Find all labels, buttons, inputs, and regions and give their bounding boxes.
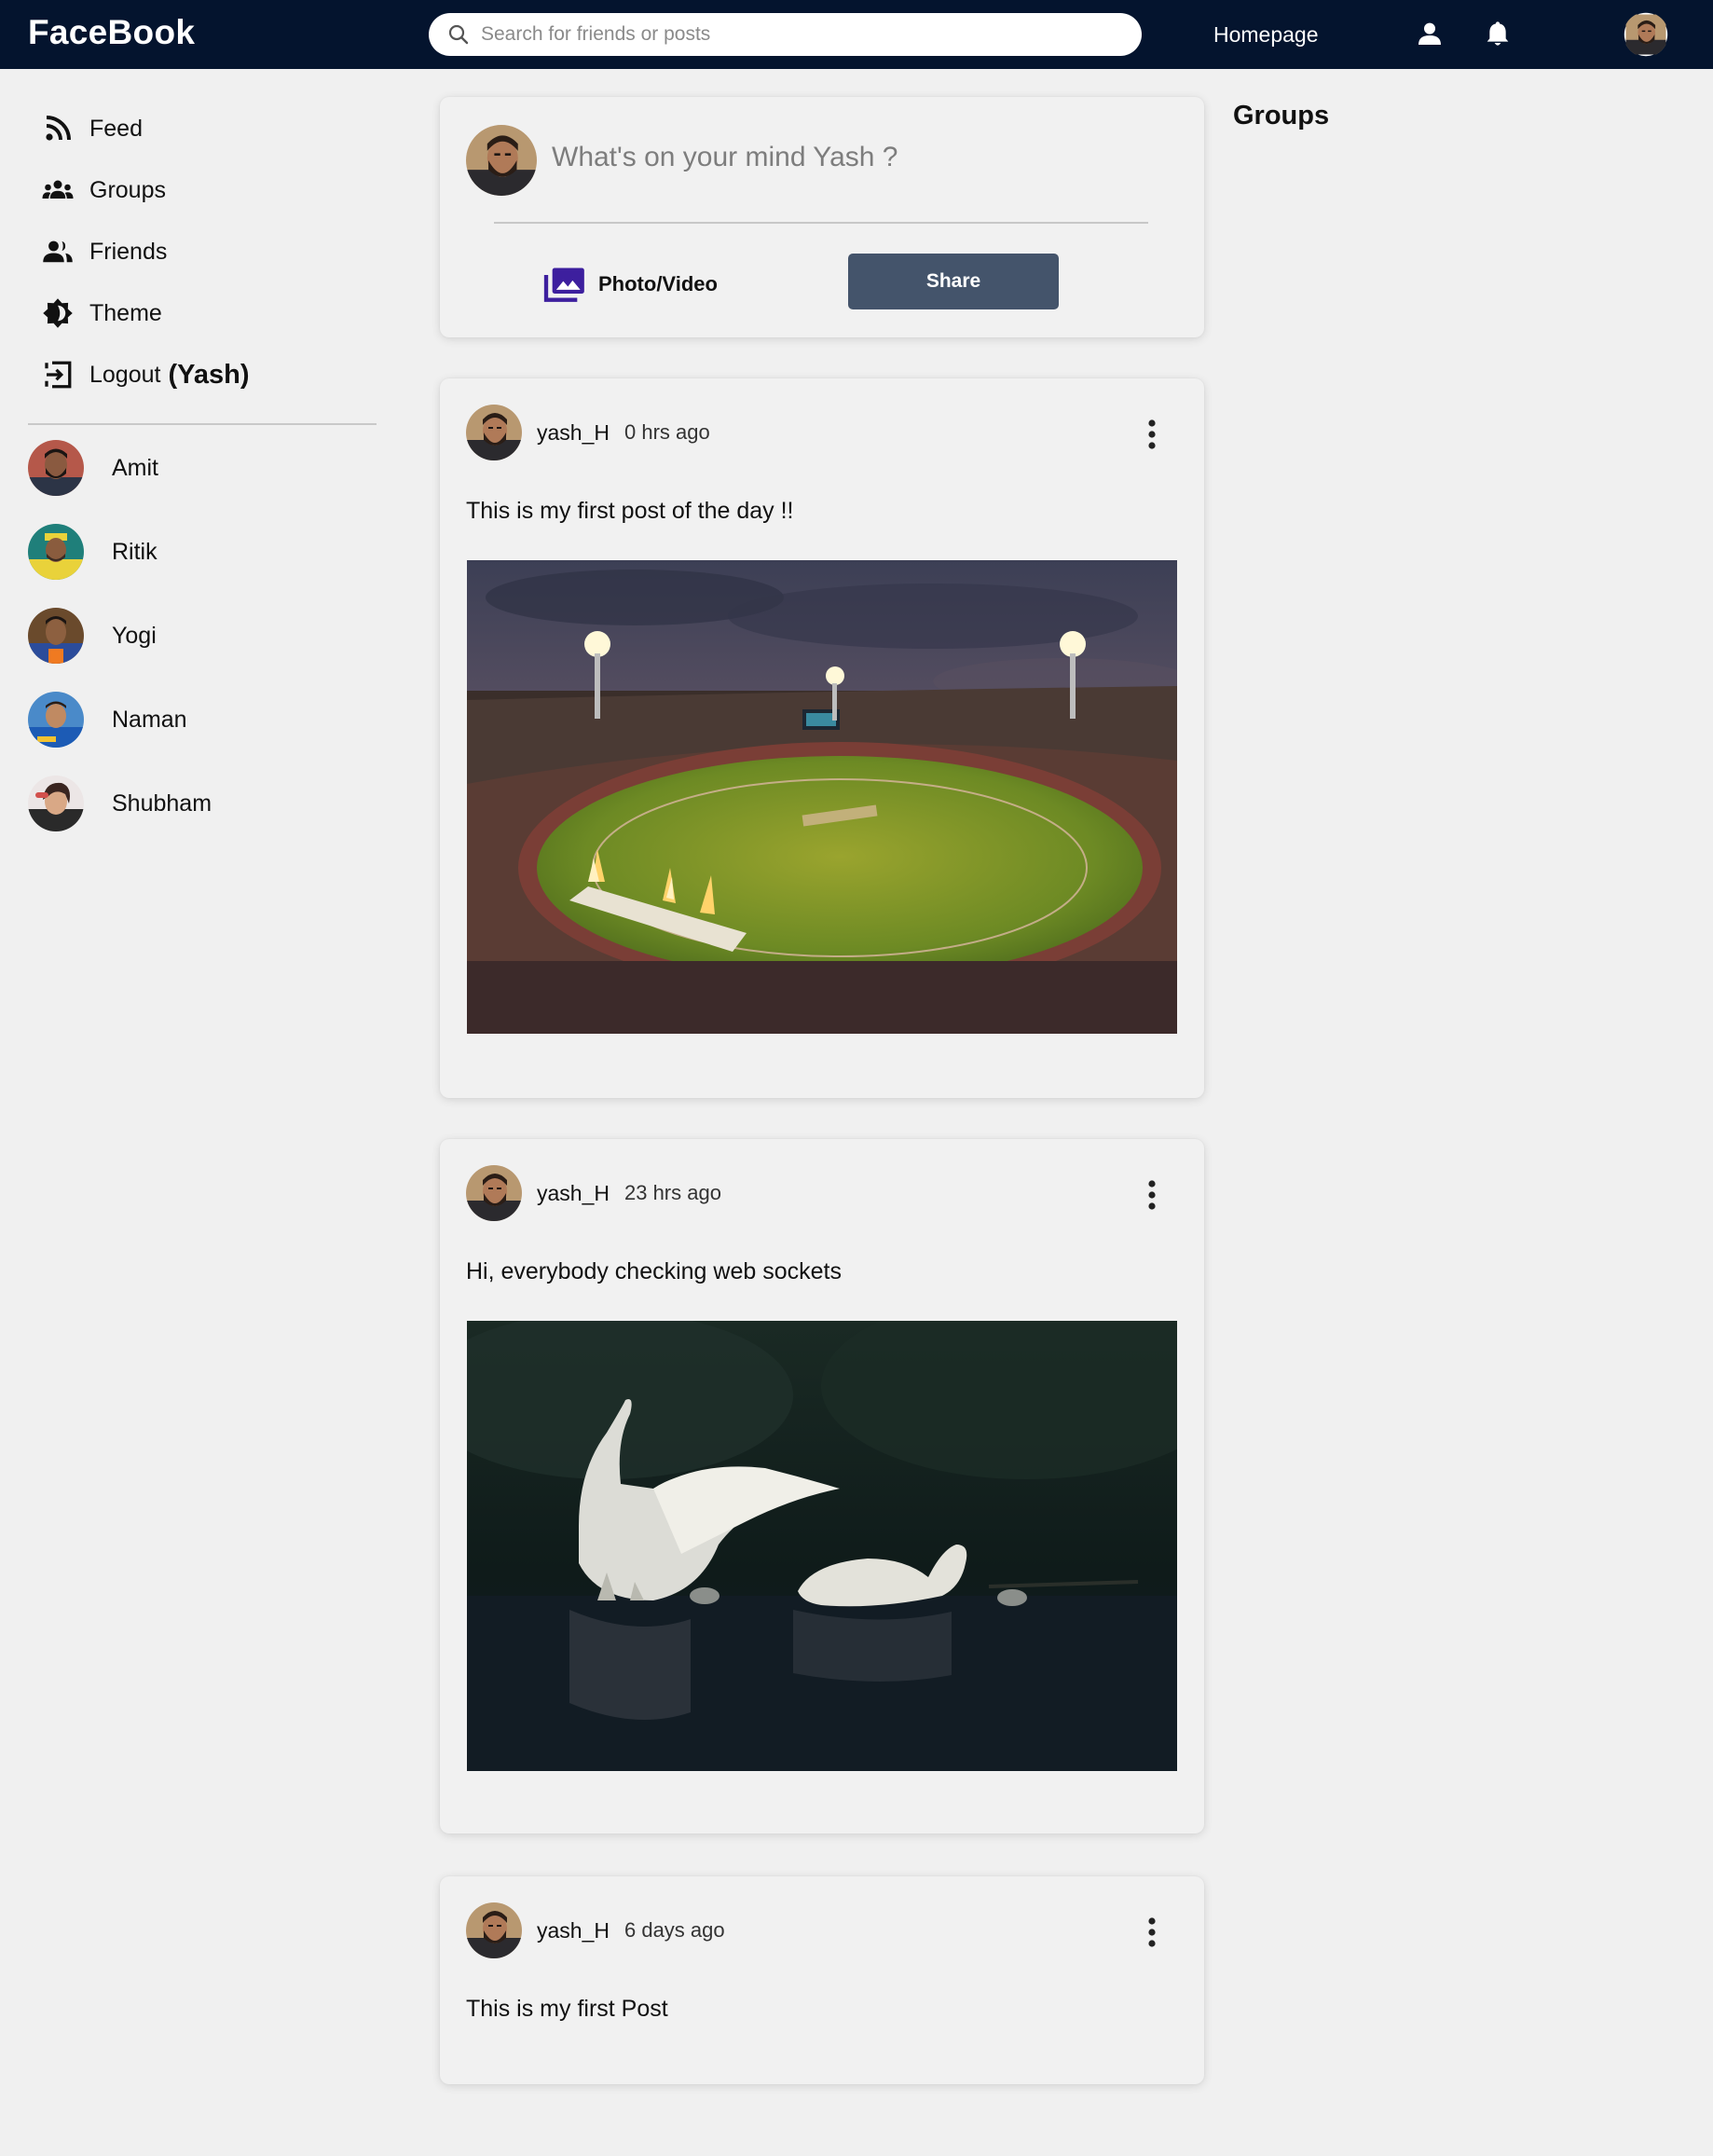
post-timestamp: 0 hrs ago	[624, 420, 710, 444]
friend-name: Ritik	[112, 538, 158, 565]
avatar	[28, 524, 84, 580]
friend-item-amit[interactable]: Amit	[28, 440, 158, 496]
avatar[interactable]	[466, 1902, 522, 1958]
post-header: yash_H 6 days ago	[466, 1902, 725, 1958]
post-username[interactable]: yash_H	[537, 420, 610, 446]
more-vert-icon[interactable]	[1146, 418, 1158, 451]
avatar	[28, 692, 84, 748]
sidebar-item-feed[interactable]: Feed	[41, 110, 143, 147]
avatar[interactable]	[466, 405, 522, 460]
sidebar-item-groups[interactable]: Groups	[41, 172, 166, 209]
post-text: Hi, everybody checking web sockets	[466, 1258, 842, 1284]
post-card: yash_H 23 hrs ago Hi, everybody checking…	[440, 1139, 1204, 1833]
people-icon	[43, 240, 73, 263]
photo-library-icon	[543, 268, 584, 302]
sidebar-item-theme[interactable]: Theme	[41, 295, 162, 332]
friend-name: Amit	[112, 454, 158, 481]
post-card: yash_H 0 hrs ago This is my first post o…	[440, 378, 1204, 1098]
friend-item-naman[interactable]: Naman	[28, 692, 187, 748]
friend-item-yogi[interactable]: Yogi	[28, 608, 157, 664]
rss-feed-icon	[46, 116, 71, 141]
sidebar-item-label: Theme	[89, 299, 162, 326]
post-timestamp: 23 hrs ago	[624, 1181, 721, 1204]
friend-name: Yogi	[112, 622, 157, 649]
brightness-icon	[43, 298, 73, 328]
photo-video-label: Photo/Video	[598, 272, 718, 295]
person-icon[interactable]	[1415, 19, 1445, 48]
avatar	[28, 608, 84, 664]
sidebar-item-label: Friends	[89, 238, 168, 265]
cricket-stadium-photo	[467, 560, 1177, 1034]
logout-icon	[45, 361, 72, 389]
avatar[interactable]	[466, 1165, 522, 1221]
swans-on-lake-photo	[467, 1321, 1177, 1771]
post-composer: Photo/Video Share	[440, 97, 1204, 337]
more-vert-icon[interactable]	[1146, 1178, 1158, 1212]
post-timestamp: 6 days ago	[624, 1918, 725, 1942]
friend-name: Naman	[112, 706, 187, 733]
homepage-link[interactable]: Homepage	[1213, 22, 1319, 48]
search-bar[interactable]	[429, 13, 1142, 56]
sidebar-item-logout[interactable]: Logout (Yash)	[41, 356, 250, 393]
avatar	[466, 125, 537, 196]
user-avatar[interactable]	[1624, 12, 1668, 57]
sidebar-divider	[28, 423, 377, 425]
post-text: This is my first Post	[466, 1996, 668, 2022]
post-username[interactable]: yash_H	[537, 1181, 610, 1206]
logout-username: (Yash)	[168, 359, 250, 390]
post-card: yash_H 6 days ago This is my first Post	[440, 1876, 1204, 2084]
post-header: yash_H 0 hrs ago	[466, 405, 710, 460]
sidebar-item-label: Groups	[89, 176, 166, 203]
friend-item-ritik[interactable]: Ritik	[28, 524, 158, 580]
search-input[interactable]	[481, 16, 1142, 53]
more-vert-icon[interactable]	[1146, 1916, 1158, 1949]
avatar	[28, 440, 84, 496]
friend-name: Shubham	[112, 790, 212, 817]
search-icon	[448, 24, 469, 45]
share-button[interactable]: Share	[848, 254, 1059, 309]
sidebar-item-friends[interactable]: Friends	[41, 233, 167, 270]
status-input[interactable]	[552, 142, 1148, 173]
top-navbar: FaceBook Homepage	[0, 0, 1713, 69]
sidebar-item-label: Logout	[89, 361, 161, 388]
avatar	[28, 776, 84, 831]
groups-icon	[42, 180, 74, 199]
friend-item-shubham[interactable]: Shubham	[28, 776, 212, 831]
bell-icon[interactable]	[1483, 19, 1513, 48]
photo-video-button[interactable]: Photo/Video	[542, 263, 718, 306]
post-header: yash_H 23 hrs ago	[466, 1165, 721, 1221]
post-username[interactable]: yash_H	[537, 1918, 610, 1943]
composer-divider	[494, 222, 1148, 224]
sidebar-item-label: Feed	[89, 115, 143, 142]
groups-heading: Groups	[1233, 101, 1330, 130]
post-text: This is my first post of the day !!	[466, 498, 794, 524]
brand-logo[interactable]: FaceBook	[28, 13, 195, 52]
